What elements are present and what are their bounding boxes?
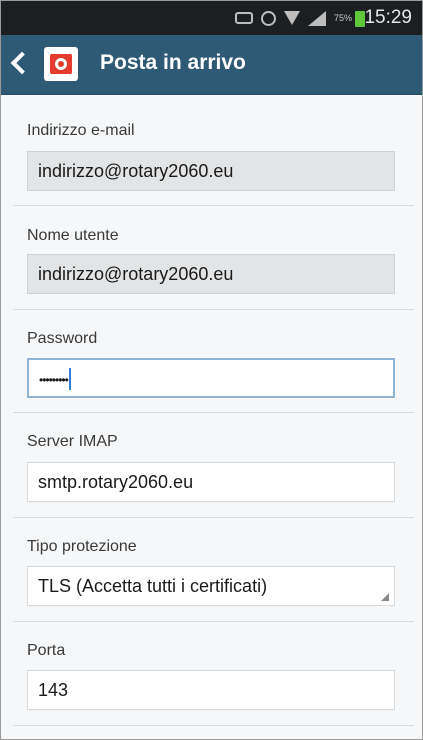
username-label: Nome utente — [27, 227, 119, 244]
server-imap-field[interactable]: smtp.rotary2060.eu — [27, 462, 395, 502]
wifi-icon — [284, 11, 300, 25]
status-icons — [235, 10, 326, 26]
password-field[interactable]: ••••••••• — [27, 358, 395, 398]
server-label: Server IMAP — [27, 433, 118, 450]
app-icon-center — [58, 61, 64, 67]
email-app-icon[interactable] — [44, 47, 78, 81]
battery-percent: 75% — [333, 13, 352, 23]
page-title: Posta in arrivo — [100, 51, 246, 74]
text-cursor — [68, 368, 71, 391]
username-field[interactable]: indirizzo@rotary2060.eu — [27, 254, 395, 294]
action-bar: Posta in arrivo — [1, 35, 422, 95]
dropdown-corner-icon — [381, 593, 389, 601]
password-value: ••••••••• — [39, 373, 69, 387]
email-label: Indirizzo e-mail — [27, 122, 135, 139]
security-type-value: TLS (Accetta tutti i certificati) — [38, 576, 268, 596]
status-time: 15:29 — [364, 7, 412, 28]
email-field[interactable]: indirizzo@rotary2060.eu — [27, 151, 395, 191]
chevron-left-icon[interactable] — [10, 51, 34, 75]
signal-icon — [308, 10, 326, 26]
security-type-dropdown[interactable]: TLS (Accetta tutti i certificati) — [27, 566, 395, 606]
screenshot-frame: 75% 15:29 Posta in arrivo Indirizzo e-ma… — [0, 0, 423, 740]
status-bar: 75% 15:29 — [1, 1, 422, 35]
port-field[interactable]: 143 — [27, 670, 395, 710]
alarm-icon — [261, 10, 276, 26]
security-label: Tipo protezione — [27, 538, 137, 555]
nfc-icon — [235, 12, 253, 24]
password-label: Password — [27, 330, 98, 347]
port-label: Porta — [27, 642, 66, 659]
